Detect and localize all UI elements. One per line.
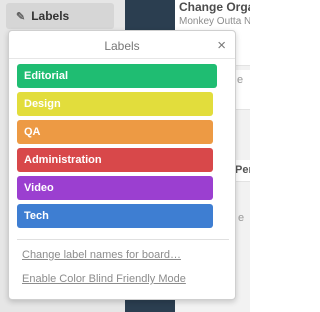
label-name: Video	[24, 182, 54, 194]
label-qa[interactable]: QA	[17, 120, 213, 144]
label-list: Editorial Design QA Administration Video…	[17, 64, 217, 232]
labels-button-label: Labels	[31, 9, 70, 23]
labels-popover: Labels × Editorial Design QA Administrat…	[8, 30, 236, 300]
label-tech[interactable]: Tech	[17, 204, 213, 228]
card-subtitle: Monkey Outta Nu	[179, 16, 250, 27]
color-blind-mode-link[interactable]: Enable Color Blind Friendly Mode	[22, 273, 186, 285]
label-name: QA	[24, 126, 41, 138]
label-administration[interactable]: Administration	[17, 148, 213, 172]
card-snippet: e	[238, 212, 245, 224]
change-label-names-link[interactable]: Change label names for board…	[22, 249, 181, 261]
label-name: Editorial	[24, 70, 69, 82]
label-name: Design	[24, 98, 61, 110]
label-editorial[interactable]: Editorial	[17, 64, 217, 88]
labels-button[interactable]: ✎ Labels	[6, 3, 114, 29]
label-name: Administration	[24, 154, 102, 166]
pencil-icon: ✎	[16, 10, 26, 23]
popover-header: Labels ×	[9, 31, 235, 59]
label-design[interactable]: Design	[17, 92, 213, 116]
card-snippet: e	[237, 74, 244, 86]
popover-divider	[17, 239, 229, 240]
label-name: Tech	[24, 210, 49, 222]
label-video[interactable]: Video	[17, 176, 213, 200]
close-icon[interactable]: ×	[217, 37, 226, 54]
card-snippet: Per	[235, 164, 250, 176]
card-title: Change Organ	[179, 0, 250, 14]
popover-title: Labels	[104, 39, 140, 53]
